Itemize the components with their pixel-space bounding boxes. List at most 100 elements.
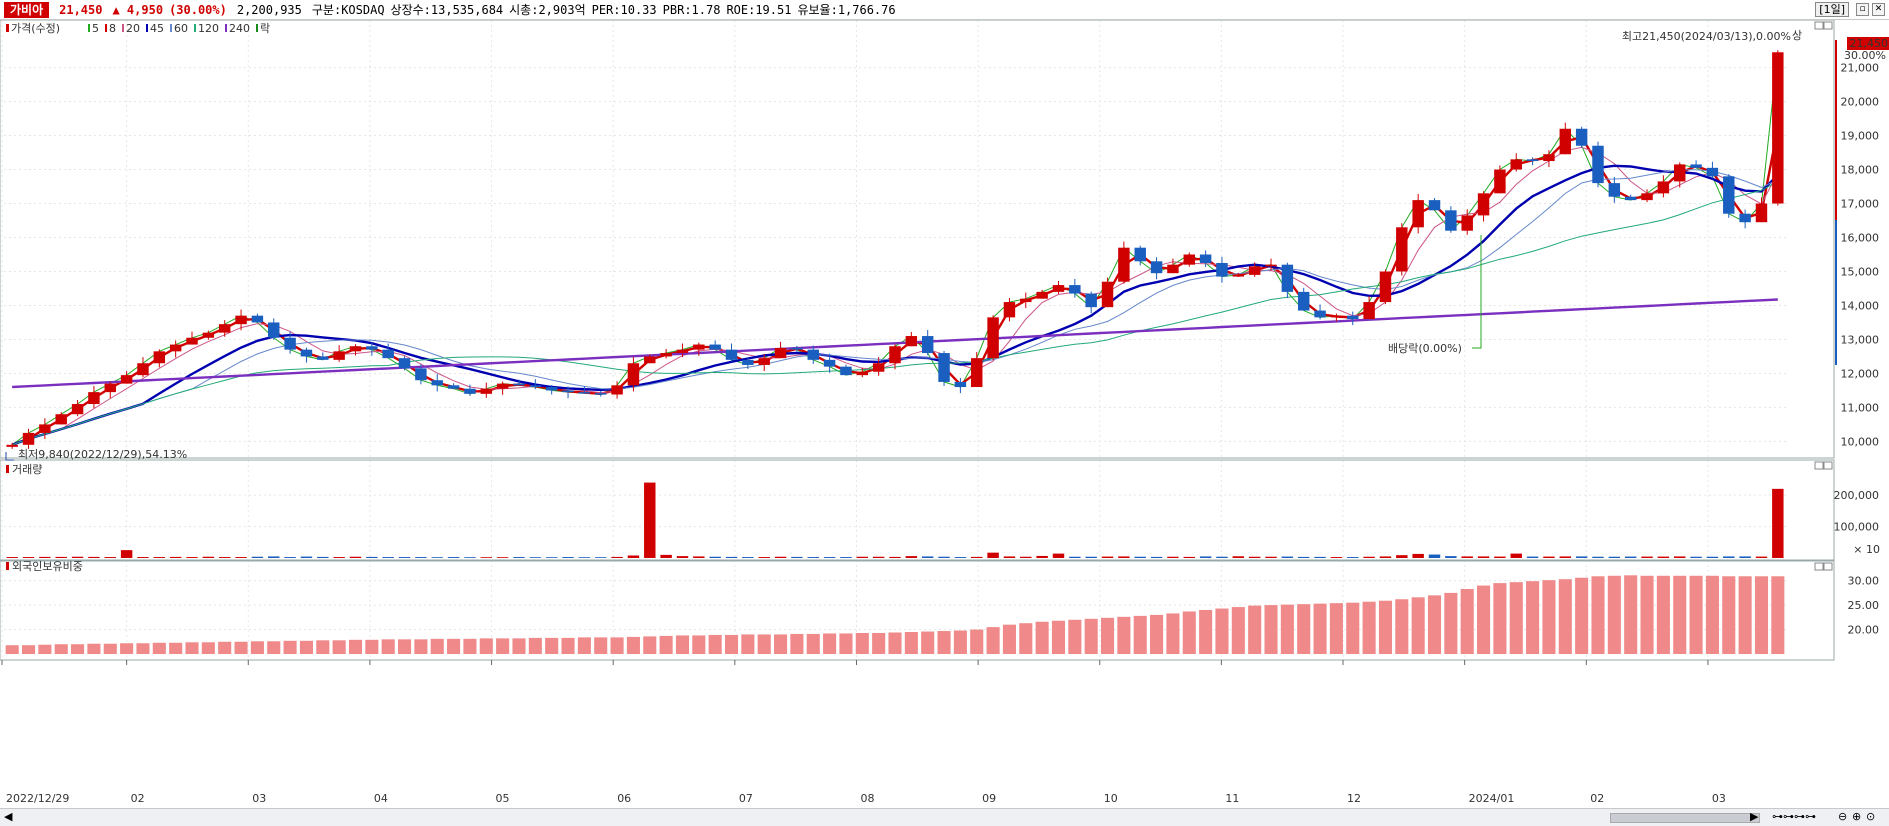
- volume-bar[interactable]: [1150, 556, 1163, 558]
- volume-bar[interactable]: [480, 557, 493, 558]
- foreign-bar[interactable]: [71, 644, 85, 654]
- volume-bar[interactable]: [398, 557, 411, 558]
- volume-bar[interactable]: [1428, 554, 1441, 558]
- foreign-bar[interactable]: [855, 632, 869, 654]
- foreign-bar[interactable]: [1231, 607, 1245, 654]
- volume-bar[interactable]: [6, 557, 18, 558]
- candle[interactable]: [1706, 161, 1719, 179]
- candle[interactable]: [1281, 262, 1294, 298]
- volume-bar[interactable]: [1248, 556, 1261, 558]
- volume-series[interactable]: [6, 482, 1784, 558]
- candle[interactable]: [1510, 153, 1522, 172]
- foreign-bar[interactable]: [610, 637, 624, 654]
- candle[interactable]: [22, 428, 35, 449]
- zoom-in-icon[interactable]: ⊕: [1852, 810, 1861, 823]
- candle[interactable]: [1150, 257, 1163, 280]
- candle[interactable]: [186, 331, 198, 345]
- candle[interactable]: [1297, 287, 1310, 311]
- volume-bar[interactable]: [676, 556, 689, 558]
- volume-bar[interactable]: [366, 556, 378, 558]
- foreign-bar[interactable]: [1526, 581, 1540, 654]
- candle[interactable]: [55, 412, 67, 425]
- volume-bar[interactable]: [1069, 556, 1081, 558]
- volume-bar[interactable]: [1281, 556, 1294, 558]
- candle[interactable]: [1118, 241, 1130, 284]
- foreign-bar[interactable]: [1771, 576, 1785, 654]
- foreign-bar[interactable]: [708, 634, 722, 654]
- foreign-bar[interactable]: [823, 633, 837, 654]
- volume-bar[interactable]: [1526, 556, 1539, 558]
- candle[interactable]: [431, 374, 443, 392]
- foreign-bar[interactable]: [757, 634, 771, 654]
- foreign-bar[interactable]: [1248, 605, 1262, 654]
- volume-bar[interactable]: [1772, 488, 1784, 558]
- candle[interactable]: [1134, 245, 1146, 266]
- candle[interactable]: [840, 364, 852, 376]
- foreign-bar[interactable]: [692, 635, 706, 654]
- volume-bar[interactable]: [300, 556, 313, 558]
- foreign-bar[interactable]: [1624, 575, 1638, 654]
- foreign-bar[interactable]: [1182, 611, 1196, 654]
- foreign-bar[interactable]: [54, 644, 68, 654]
- foreign-bar[interactable]: [103, 643, 117, 654]
- foreign-bar[interactable]: [479, 638, 493, 654]
- volume-bar[interactable]: [971, 556, 983, 558]
- foreign-bar[interactable]: [136, 643, 150, 654]
- volume-bar[interactable]: [1347, 557, 1359, 558]
- foreign-bar[interactable]: [1150, 614, 1164, 654]
- foreign-bar[interactable]: [904, 632, 918, 654]
- volume-bar[interactable]: [1706, 556, 1719, 558]
- candle[interactable]: [1363, 295, 1375, 320]
- foreign-bar[interactable]: [398, 639, 412, 654]
- candle[interactable]: [1494, 165, 1506, 194]
- candlestick-series[interactable]: [6, 50, 1784, 449]
- candle[interactable]: [1428, 198, 1441, 211]
- foreign-bar[interactable]: [447, 638, 461, 654]
- candle[interactable]: [1461, 209, 1473, 235]
- volume-bar[interactable]: [611, 556, 623, 558]
- volume-bar[interactable]: [1477, 556, 1490, 558]
- foreign-bar[interactable]: [299, 640, 313, 654]
- volume-bar[interactable]: [235, 557, 247, 558]
- volume-bar[interactable]: [218, 557, 231, 558]
- volume-bar[interactable]: [1396, 555, 1408, 558]
- stock-name[interactable]: 가비아: [4, 1, 50, 18]
- volume-bar[interactable]: [1297, 556, 1310, 558]
- candle[interactable]: [1412, 194, 1424, 234]
- foreign-bar[interactable]: [365, 639, 379, 654]
- candle[interactable]: [1069, 278, 1081, 298]
- volume-bar[interactable]: [1445, 556, 1457, 558]
- volume-bar[interactable]: [317, 556, 329, 558]
- volume-bar[interactable]: [104, 557, 116, 558]
- chart-area[interactable]: 10,000 11,000 12,000 13,000 14,000 15,000 16,0…: [0, 20, 1889, 808]
- foreign-bar[interactable]: [1117, 616, 1131, 654]
- volume-bar[interactable]: [284, 557, 296, 558]
- foreign-bar[interactable]: [1722, 576, 1736, 654]
- volume-bar[interactable]: [987, 552, 999, 558]
- foreign-bar[interactable]: [1558, 579, 1572, 654]
- volume-bar[interactable]: [1003, 556, 1016, 558]
- candle[interactable]: [725, 343, 738, 362]
- time-slider[interactable]: ⊶⊶⊶⊶: [1772, 810, 1816, 823]
- foreign-bar[interactable]: [1509, 582, 1523, 654]
- candle[interactable]: [774, 341, 787, 359]
- volume-bar[interactable]: [1232, 556, 1245, 558]
- scroll-bar[interactable]: ◀ ▶ ⊶⊶⊶⊶ ⊖ ⊕ ⊙: [0, 808, 1889, 826]
- foreign-bar[interactable]: [1100, 617, 1115, 654]
- foreign-bar[interactable]: [1297, 604, 1311, 654]
- volume-bar[interactable]: [1559, 556, 1572, 558]
- candle[interactable]: [268, 318, 280, 340]
- volume-bar[interactable]: [22, 557, 35, 558]
- volume-bar[interactable]: [1657, 556, 1670, 558]
- volume-bar[interactable]: [1755, 556, 1768, 558]
- volume-bar[interactable]: [1412, 553, 1424, 558]
- volume-bar[interactable]: [1641, 556, 1653, 558]
- candle[interactable]: [1052, 281, 1065, 294]
- candle[interactable]: [1183, 252, 1195, 267]
- volume-bar[interactable]: [1216, 556, 1228, 558]
- foreign-bar[interactable]: [1068, 619, 1082, 654]
- volume-bar[interactable]: [1510, 553, 1522, 558]
- foreign-bar[interactable]: [888, 632, 902, 654]
- foreign-bar[interactable]: [1705, 575, 1719, 654]
- volume-bar[interactable]: [1575, 556, 1588, 558]
